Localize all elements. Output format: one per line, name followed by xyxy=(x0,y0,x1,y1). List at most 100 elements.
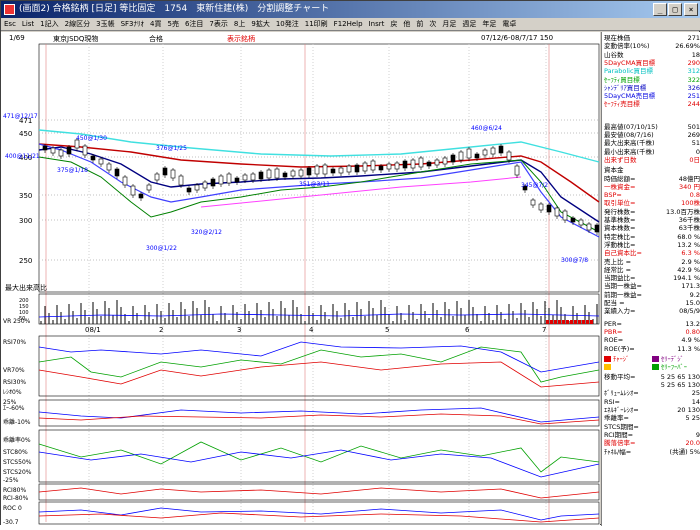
fundamentals-label: 発行株数= xyxy=(604,207,636,216)
menu-item-22[interactable]: 年足 xyxy=(479,18,499,31)
candle-body xyxy=(290,170,296,177)
candle-body xyxy=(42,145,48,151)
rci-line xyxy=(38,487,600,499)
menu-item-13[interactable]: 11印刷 xyxy=(302,18,331,31)
candle-body xyxy=(578,219,584,226)
fundamentals-value: 36千株 xyxy=(678,216,700,224)
fundamentals-row: 資本金 xyxy=(604,166,700,174)
menu-item-2[interactable]: 1記入 xyxy=(37,18,61,31)
candle-body xyxy=(82,145,88,156)
menu-item-4[interactable]: 3玉帳 xyxy=(93,18,117,31)
menu-item-0[interactable]: Esc xyxy=(1,18,19,31)
menu-item-19[interactable]: 次 xyxy=(426,18,439,31)
menu-item-21[interactable]: 週足 xyxy=(459,18,479,31)
settings-value: 9 xyxy=(695,430,700,439)
stats-value: 244 xyxy=(687,100,700,109)
stats2-label: 最高値(07/10/15) xyxy=(604,122,658,131)
vr-indicator-line xyxy=(38,341,600,373)
legend-item: ｾﾘｰﾌｰﾊﾞｰ xyxy=(652,363,698,371)
settings-label: ｴﾈﾙｷﾞｰﾚｼｵ= xyxy=(604,406,639,414)
legend-swatch xyxy=(604,355,611,362)
menu-item-15[interactable]: Insrt xyxy=(366,18,388,31)
menu-item-3[interactable]: 2線区分 xyxy=(62,18,93,31)
menu-item-1[interactable]: List xyxy=(19,18,37,31)
candle-body xyxy=(490,147,496,155)
stats-row: ｾｰﾌﾃｨ売目標 244 xyxy=(604,100,700,108)
menu-item-8[interactable]: 6注目 xyxy=(182,18,206,31)
minimize-button[interactable]: _ xyxy=(653,3,667,16)
fundamentals-value: 63千株 xyxy=(678,224,700,233)
menu-item-6[interactable]: 4買 xyxy=(147,18,164,31)
candle-body xyxy=(50,147,56,154)
stats2-row: 最小出来高(千株) 0 xyxy=(604,148,700,156)
settings-value: (共通) 5% xyxy=(669,447,700,456)
menu-item-9[interactable]: 7表示 xyxy=(206,18,230,31)
menu-item-5[interactable]: SF3ﾅﾘｵ xyxy=(118,18,147,31)
menu-item-7[interactable]: 5売 xyxy=(164,18,181,31)
indicator-label-kairi: -25% xyxy=(3,477,19,484)
volume-flag xyxy=(586,320,589,324)
candle-body xyxy=(402,160,408,169)
candle-body xyxy=(266,169,272,179)
candle-body xyxy=(466,148,472,159)
volume-flag xyxy=(570,320,573,324)
x-label: 6 xyxy=(465,326,470,334)
candle-body xyxy=(106,163,112,171)
ratios-row: ROE(予)= 11.3 % xyxy=(604,345,700,353)
maximize-button[interactable]: □ xyxy=(668,3,682,16)
menu-item-17[interactable]: 他 xyxy=(400,18,413,31)
app-icon xyxy=(4,4,15,15)
price-annotation: 460@6/24 xyxy=(471,125,502,132)
price-annotation: 400@11/21 xyxy=(5,153,40,160)
fundamentals-label: 売上比 = xyxy=(604,257,632,266)
stats-label: 5DayCMA売目標 xyxy=(604,92,656,101)
menu-item-11[interactable]: 9拡大 xyxy=(248,18,272,31)
candle-body xyxy=(506,151,512,161)
fundamentals-label: 業績入力= xyxy=(604,307,636,316)
ma-25b-line xyxy=(38,143,600,238)
price-annotation: 351@3/11 xyxy=(299,181,330,188)
stats-value: 322 xyxy=(687,75,700,84)
menu-item-10[interactable]: 8上 xyxy=(231,18,248,31)
menu-item-16[interactable]: 戻 xyxy=(387,18,400,31)
roc-line xyxy=(38,507,600,521)
fundamentals-label: BSP= xyxy=(604,191,622,200)
menu-item-20[interactable]: 月足 xyxy=(439,18,459,31)
vr-label: VR 250% xyxy=(3,318,31,325)
fundamentals-row: 資本株数= 63千株 xyxy=(604,224,700,232)
price-annotation: 320@2/12 xyxy=(191,229,222,236)
x-label: 5 xyxy=(385,326,389,334)
app-window: (画面2) 合格銘柄 [日足] 等比固定 1754 東新住建(株) 分割調整チャ… xyxy=(0,0,700,526)
volume-flag xyxy=(578,320,581,324)
indicator-label-rci: RCI80% xyxy=(3,487,26,494)
stats-row: Parabolic買目標 312 xyxy=(604,67,700,75)
close-button[interactable]: × xyxy=(684,3,698,16)
settings-label: 移動平均= xyxy=(604,372,636,381)
vr-line xyxy=(38,313,600,318)
indicator-label-kairi: STC80% xyxy=(3,449,28,456)
settings-row: 騰落倍率= 20.0 xyxy=(604,439,700,447)
fundamentals-value: 08/5/9 xyxy=(679,307,700,316)
menu-item-14[interactable]: F12Help xyxy=(331,18,366,31)
legend-swatch xyxy=(652,364,659,371)
stats-value: 290 xyxy=(687,58,700,67)
menu-item-12[interactable]: 10発注 xyxy=(273,18,302,31)
menu-item-18[interactable]: 前 xyxy=(413,18,426,31)
price-annotation: 300@7/8 xyxy=(561,257,588,264)
x-label: 3 xyxy=(237,326,241,334)
fundamentals-label: 経常比 = xyxy=(604,265,632,274)
candle-body xyxy=(514,165,520,176)
menu-item-23[interactable]: 電卓 xyxy=(499,18,519,31)
candle-body xyxy=(306,167,312,176)
stock-chart[interactable]: 471450400350300250471@12/17450@1/30400@1… xyxy=(1,32,600,526)
candle-body xyxy=(562,210,568,221)
price-tick: 450 xyxy=(19,130,32,138)
fundamentals-row: 配当 = 15.0 xyxy=(604,299,700,307)
ratios-label: ROE= xyxy=(604,336,624,345)
stats2-row: 最安値(08/7/16) 269 xyxy=(604,131,700,139)
chart-area: 471 450 400 350 300 250 471@12/17 450@1/30 400@1… xyxy=(1,32,600,526)
indicator-label-roc: ROC 0 xyxy=(3,505,22,512)
stats-label: 現在株価 xyxy=(604,34,630,42)
price-tick: 250 xyxy=(19,257,32,265)
fundamentals-row: 売上比 = 2.9 % xyxy=(604,258,700,266)
